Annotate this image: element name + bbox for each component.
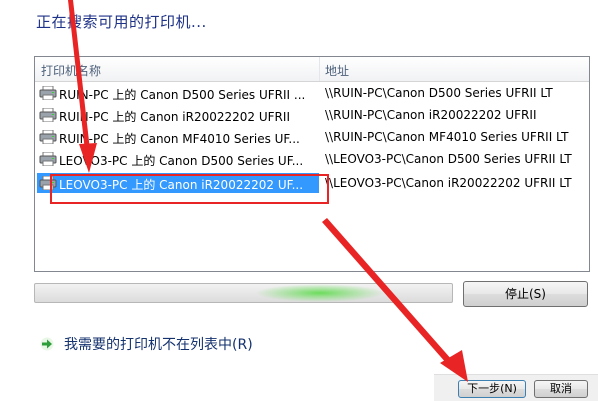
printer-name-cell: RUIN-PC 上的 Canon MF4010 Series UF... (37, 127, 319, 147)
printer-name-cell: RUIN-PC 上的 Canon D500 Series UFRII ... (37, 83, 319, 103)
green-arrow-icon (40, 337, 54, 351)
printer-name: RUIN-PC 上的 Canon MF4010 Series UF... (59, 132, 300, 146)
column-header-address[interactable]: 地址 (325, 62, 349, 79)
printer-list[interactable]: 打印机名称 地址 RUIN-PC 上的 Canon D500 Series UF… (34, 56, 590, 272)
progress-glow (255, 284, 385, 302)
printer-name: RUIN-PC 上的 Canon D500 Series UFRII ... (59, 88, 306, 102)
printer-address: \\RUIN-PC\Canon MF4010 Series UFRII LT (325, 130, 569, 144)
list-header: 打印机名称 地址 (35, 57, 589, 82)
column-divider[interactable] (319, 57, 320, 81)
next-button[interactable]: 下一步(N) (458, 380, 526, 398)
printer-icon (39, 130, 57, 144)
printer-name-cell: LEOVO3-PC 上的 Canon D500 Series UF... (37, 149, 319, 169)
printer-row[interactable]: RUIN-PC 上的 Canon D500 Series UFRII ... \… (35, 82, 589, 104)
printer-row[interactable]: LEOVO3-PC 上的 Canon D500 Series UF... \\L… (35, 148, 589, 170)
printer-not-listed-text[interactable]: 我需要的打印机不在列表中(R) (64, 334, 253, 354)
dialog-title: 正在搜索可用的打印机... (36, 13, 207, 31)
cancel-button[interactable]: 取消 (534, 380, 588, 398)
printer-icon (39, 152, 57, 166)
printer-address: \\LEOVO3-PC\Canon D500 Series UFRII LT (325, 152, 572, 166)
annotation-highlight-box (50, 174, 329, 204)
printer-name: RUIN-PC 上的 Canon iR20022202 UFRII (59, 110, 290, 124)
printer-name-cell: RUIN-PC 上的 Canon iR20022202 UFRII (37, 105, 319, 125)
column-header-name[interactable]: 打印机名称 (41, 62, 101, 79)
printer-address: \\RUIN-PC\Canon iR20022202 UFRII (325, 108, 537, 122)
printer-row[interactable]: RUIN-PC 上的 Canon MF4010 Series UF... \\R… (35, 126, 589, 148)
printer-address: \\RUIN-PC\Canon D500 Series UFRII LT (325, 86, 553, 100)
printer-name: LEOVO3-PC 上的 Canon D500 Series UF... (59, 154, 304, 168)
printer-icon (39, 108, 57, 122)
stop-button[interactable]: 停止(S) (463, 281, 588, 307)
printer-icon (39, 86, 57, 100)
printer-address: \\LEOVO3-PC\Canon iR20022202 UFRII LT (325, 176, 572, 190)
search-progress-bar (34, 283, 453, 303)
printer-row[interactable]: RUIN-PC 上的 Canon iR20022202 UFRII \\RUIN… (35, 104, 589, 126)
